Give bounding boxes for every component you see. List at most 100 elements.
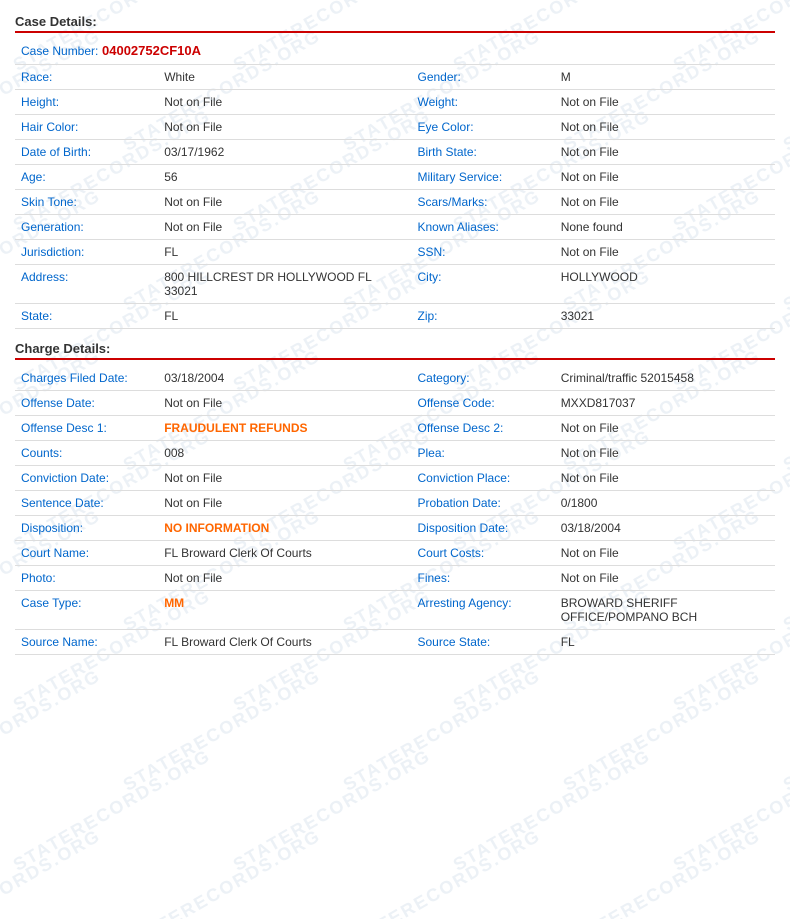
separator <box>378 65 411 90</box>
field-value: Not on File <box>555 541 775 566</box>
table-row: Hair Color:Not on FileEye Color:Not on F… <box>15 115 775 140</box>
table-row: Generation:Not on FileKnown Aliases:None… <box>15 215 775 240</box>
field-label: Jurisdiction: <box>15 240 158 265</box>
separator <box>378 240 411 265</box>
field-value: None found <box>555 215 775 240</box>
table-row: Age:56Military Service:Not on File <box>15 165 775 190</box>
field-value: Not on File <box>158 491 378 516</box>
field-value: Not on File <box>158 391 378 416</box>
field-label: State: <box>15 304 158 329</box>
field-label: Charges Filed Date: <box>15 366 158 391</box>
field-value: Not on File <box>158 90 378 115</box>
field-label: Conviction Place: <box>412 466 555 491</box>
table-row: State:FLZip:33021 <box>15 304 775 329</box>
field-label: Eye Color: <box>412 115 555 140</box>
field-label: Birth State: <box>412 140 555 165</box>
field-value: MM <box>158 591 378 630</box>
case-details-table: Race:WhiteGender:MHeight:Not on FileWeig… <box>15 65 775 329</box>
field-label: Race: <box>15 65 158 90</box>
field-label: City: <box>412 265 555 304</box>
field-label: Fines: <box>412 566 555 591</box>
field-label: Photo: <box>15 566 158 591</box>
field-label: Hair Color: <box>15 115 158 140</box>
separator <box>378 140 411 165</box>
field-value: 0/1800 <box>555 491 775 516</box>
field-label: Court Costs: <box>412 541 555 566</box>
field-label: Offense Date: <box>15 391 158 416</box>
separator <box>378 190 411 215</box>
separator <box>378 466 411 491</box>
field-label: Address: <box>15 265 158 304</box>
field-label: Disposition Date: <box>412 516 555 541</box>
table-row: Conviction Date:Not on FileConviction Pl… <box>15 466 775 491</box>
field-value: HOLLYWOOD <box>555 265 775 304</box>
case-details-header: Case Details: <box>15 10 775 33</box>
field-label: Weight: <box>412 90 555 115</box>
table-row: Date of Birth:03/17/1962Birth State:Not … <box>15 140 775 165</box>
separator <box>378 90 411 115</box>
separator <box>378 591 411 630</box>
field-label: Offense Desc 2: <box>412 416 555 441</box>
table-row: Address:800 HILLCREST DR HOLLYWOOD FL 33… <box>15 265 775 304</box>
table-row: Sentence Date:Not on FileProbation Date:… <box>15 491 775 516</box>
field-value: 03/18/2004 <box>555 516 775 541</box>
field-value: Not on File <box>555 240 775 265</box>
field-label: Conviction Date: <box>15 466 158 491</box>
field-value: 33021 <box>555 304 775 329</box>
separator <box>378 304 411 329</box>
table-row: Disposition:NO INFORMATION Disposition Da… <box>15 516 775 541</box>
field-value: Not on File <box>555 416 775 441</box>
field-value: Not on File <box>555 466 775 491</box>
separator <box>378 491 411 516</box>
table-row: Race:WhiteGender:M <box>15 65 775 90</box>
table-row: Offense Desc 1:FRAUDULENT REFUNDS Offense… <box>15 416 775 441</box>
page-content: Case Details: Case Number: 04002752CF10A… <box>0 0 790 665</box>
separator <box>378 366 411 391</box>
field-label: Source Name: <box>15 630 158 655</box>
field-value: FL <box>555 630 775 655</box>
field-label: Disposition: <box>15 516 158 541</box>
field-value: Not on File <box>158 115 378 140</box>
field-value: Not on File <box>158 566 378 591</box>
field-value: 03/17/1962 <box>158 140 378 165</box>
field-value: Not on File <box>158 466 378 491</box>
field-label: Offense Desc 1: <box>15 416 158 441</box>
table-row: Charges Filed Date:03/18/2004Category:Cr… <box>15 366 775 391</box>
field-label: Known Aliases: <box>412 215 555 240</box>
field-value: 008 <box>158 441 378 466</box>
separator <box>378 215 411 240</box>
field-label: Counts: <box>15 441 158 466</box>
field-value: FL Broward Clerk Of Courts <box>158 541 378 566</box>
field-value: FRAUDULENT REFUNDS <box>158 416 378 441</box>
field-value: NO INFORMATION <box>158 516 378 541</box>
separator <box>378 566 411 591</box>
field-label: Sentence Date: <box>15 491 158 516</box>
field-label: Source State: <box>412 630 555 655</box>
charge-details-header: Charge Details: <box>15 337 775 360</box>
separator <box>378 516 411 541</box>
field-label: Offense Code: <box>412 391 555 416</box>
field-value: BROWARD SHERIFF OFFICE/POMPANO BCH <box>555 591 775 630</box>
separator <box>378 391 411 416</box>
field-label: Case Type: <box>15 591 158 630</box>
field-value: M <box>555 65 775 90</box>
field-label: Gender: <box>412 65 555 90</box>
field-value: 03/18/2004 <box>158 366 378 391</box>
field-label: Plea: <box>412 441 555 466</box>
table-row: Skin Tone:Not on FileScars/Marks:Not on … <box>15 190 775 215</box>
field-label: SSN: <box>412 240 555 265</box>
field-value: FL Broward Clerk Of Courts <box>158 630 378 655</box>
field-label: Generation: <box>15 215 158 240</box>
separator <box>378 265 411 304</box>
field-value: MXXD817037 <box>555 391 775 416</box>
separator <box>378 115 411 140</box>
table-row: Court Name:FL Broward Clerk Of Courts Cou… <box>15 541 775 566</box>
case-number-label: Case Number: <box>21 44 98 58</box>
table-row: Source Name:FL Broward Clerk Of Courts So… <box>15 630 775 655</box>
field-label: Arresting Agency: <box>412 591 555 630</box>
field-value: Not on File <box>555 566 775 591</box>
field-value: Not on File <box>555 441 775 466</box>
field-value: Not on File <box>555 90 775 115</box>
table-row: Counts:008 Plea:Not on File <box>15 441 775 466</box>
field-label: Court Name: <box>15 541 158 566</box>
